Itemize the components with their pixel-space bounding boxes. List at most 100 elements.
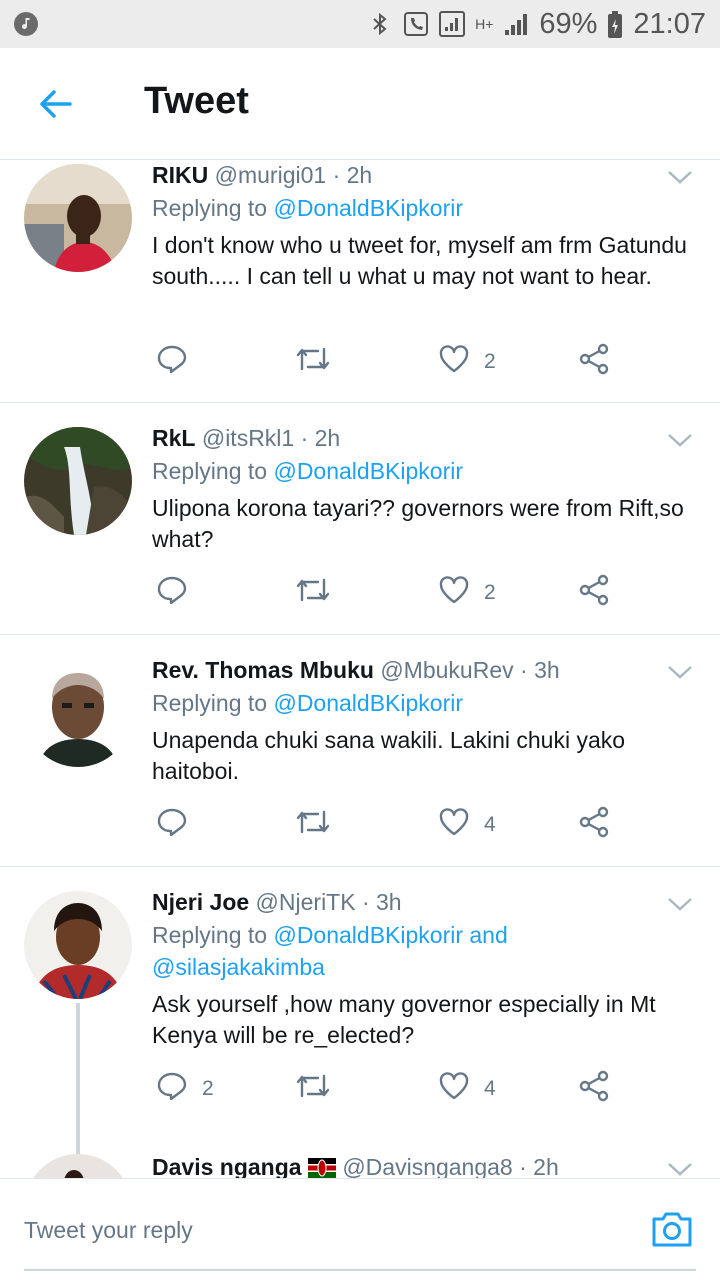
heart-icon [438, 806, 470, 844]
reply-button[interactable]: 2 [156, 1069, 214, 1109]
music-notification-icon [14, 12, 38, 36]
replying-label: Replying to [152, 690, 268, 716]
tweet-text: I don't know who u tweet for, myself am … [152, 232, 687, 289]
user-handle[interactable]: @itsRkl1 [202, 425, 294, 451]
chevron-down-icon[interactable] [666, 431, 694, 449]
mention-link[interactable]: @DonaldBKipkorir [273, 690, 463, 716]
display-name[interactable]: Njeri Joe [152, 889, 249, 915]
replying-to: Replying to @DonaldBKipkorir [152, 455, 463, 487]
reply-input[interactable]: Tweet your reply [24, 1217, 193, 1244]
camera-icon[interactable] [650, 1209, 694, 1249]
avatar[interactable] [24, 164, 132, 272]
avatar[interactable] [24, 891, 132, 999]
user-handle[interactable]: @MbukuRev [380, 657, 513, 683]
display-name[interactable]: RkL [152, 425, 195, 451]
tweet-actions: 2 4 [152, 1069, 632, 1109]
share-icon [578, 1070, 610, 1108]
reply-icon [156, 1070, 188, 1108]
avatar[interactable] [24, 659, 132, 767]
retweet-button[interactable] [294, 805, 332, 845]
heart-icon [438, 343, 470, 381]
tweet-time: · 2h [332, 162, 373, 188]
avatar[interactable] [24, 1154, 132, 1178]
like-button[interactable]: 4 [438, 1069, 496, 1109]
signal-sim1-icon [439, 11, 466, 37]
reply-tweet[interactable]: RkL @itsRkl1 · 2h Replying to @DonaldBKi… [0, 403, 720, 635]
chevron-down-icon[interactable] [666, 168, 694, 186]
app-header: Tweet [0, 48, 720, 160]
back-arrow-icon[interactable] [36, 84, 76, 124]
reply-count: 2 [202, 1077, 214, 1100]
chevron-down-icon[interactable] [666, 895, 694, 913]
tweet-header: Njeri Joe @NjeriTK · 3h [152, 889, 402, 916]
bluetooth-icon [367, 11, 393, 37]
retweet-button[interactable] [294, 342, 332, 382]
share-button[interactable] [578, 342, 610, 382]
like-button[interactable]: 2 [438, 573, 496, 613]
page-title: Tweet [144, 80, 249, 122]
reply-tweet[interactable]: Njeri Joe @NjeriTK · 3h Replying to @Don… [0, 867, 720, 1178]
network-type: H+ [475, 16, 494, 32]
like-button[interactable]: 4 [438, 805, 496, 845]
replying-to: Replying to @DonaldBKipkorir and @silasj… [152, 919, 508, 983]
retweet-button[interactable] [294, 573, 332, 613]
status-bar: H+ 69% 21:07 [0, 0, 720, 48]
reply-button[interactable] [156, 573, 188, 613]
mention-link-2[interactable]: @silasjakakimba [152, 954, 325, 980]
mention-link[interactable]: @DonaldBKipkorir and [273, 922, 507, 948]
user-handle[interactable]: @murigi01 [215, 162, 327, 188]
reply-tweet[interactable]: Rev. Thomas Mbuku @MbukuRev · 3h Replyin… [0, 635, 720, 867]
kenya-flag-icon [307, 1157, 336, 1178]
share-button[interactable] [578, 573, 610, 613]
tweet-actions: 2 [152, 573, 632, 613]
avatar[interactable] [24, 427, 132, 535]
user-handle[interactable]: @Davisnganga8 [342, 1154, 512, 1178]
tweet-header: RkL @itsRkl1 · 2h [152, 425, 340, 452]
share-button[interactable] [578, 805, 610, 845]
call-icon [403, 11, 429, 37]
retweet-button[interactable] [294, 1069, 332, 1109]
mention-link[interactable]: @DonaldBKipkorir [273, 458, 463, 484]
replying-to: Replying to @DonaldBKipkorir [152, 687, 463, 719]
reply-composer: Tweet your reply [0, 1178, 720, 1280]
share-icon [578, 343, 610, 381]
input-underline [24, 1269, 696, 1271]
like-count: 2 [484, 350, 496, 373]
share-icon [578, 574, 610, 612]
replies-feed[interactable]: RIKU @murigi01 · 2h Replying to @DonaldB… [0, 160, 720, 1178]
heart-icon [438, 574, 470, 612]
retweet-icon [294, 343, 332, 381]
tweet-text: Ask yourself ,how many governor especial… [152, 991, 656, 1048]
retweet-icon [294, 574, 332, 612]
reply-tweet[interactable]: Davis nganga @Davisnganga8 · 2h [0, 1148, 720, 1178]
replying-to: Replying to @DonaldBKipkorir [152, 192, 463, 224]
tweet-time: · 2h [300, 425, 341, 451]
tweet-time: · 2h [519, 1154, 559, 1178]
display-name[interactable]: RIKU [152, 162, 208, 188]
tweet-actions: 4 [152, 805, 632, 845]
like-button[interactable]: 2 [438, 342, 496, 382]
reply-button[interactable] [156, 805, 188, 845]
user-handle[interactable]: @NjeriTK [256, 889, 356, 915]
heart-icon [438, 1070, 470, 1108]
like-count: 4 [484, 813, 496, 836]
tweet-actions: 2 [152, 342, 632, 382]
replying-label: Replying to [152, 458, 268, 484]
display-name[interactable]: Davis nganga [152, 1154, 302, 1178]
tweet-text: Unapenda chuki sana wakili. Lakini chuki… [152, 727, 626, 784]
chevron-down-icon[interactable] [666, 1160, 694, 1178]
reply-icon [156, 806, 188, 844]
display-name[interactable]: Rev. Thomas Mbuku [152, 657, 374, 683]
reply-tweet[interactable]: RIKU @murigi01 · 2h Replying to @DonaldB… [0, 160, 720, 403]
replying-label: Replying to [152, 195, 268, 221]
mention-link[interactable]: @DonaldBKipkorir [273, 195, 463, 221]
battery-charging-icon [607, 11, 623, 38]
tweet-text: Ulipona korona tayari?? governors were f… [152, 495, 684, 552]
share-button[interactable] [578, 1069, 610, 1109]
tweet-header: RIKU @murigi01 · 2h [152, 162, 372, 189]
reply-button[interactable] [156, 342, 188, 382]
clock: 21:07 [633, 7, 706, 40]
tweet-time: · 3h [361, 889, 402, 915]
tweet-header: Rev. Thomas Mbuku @MbukuRev · 3h [152, 657, 560, 684]
chevron-down-icon[interactable] [666, 663, 694, 681]
